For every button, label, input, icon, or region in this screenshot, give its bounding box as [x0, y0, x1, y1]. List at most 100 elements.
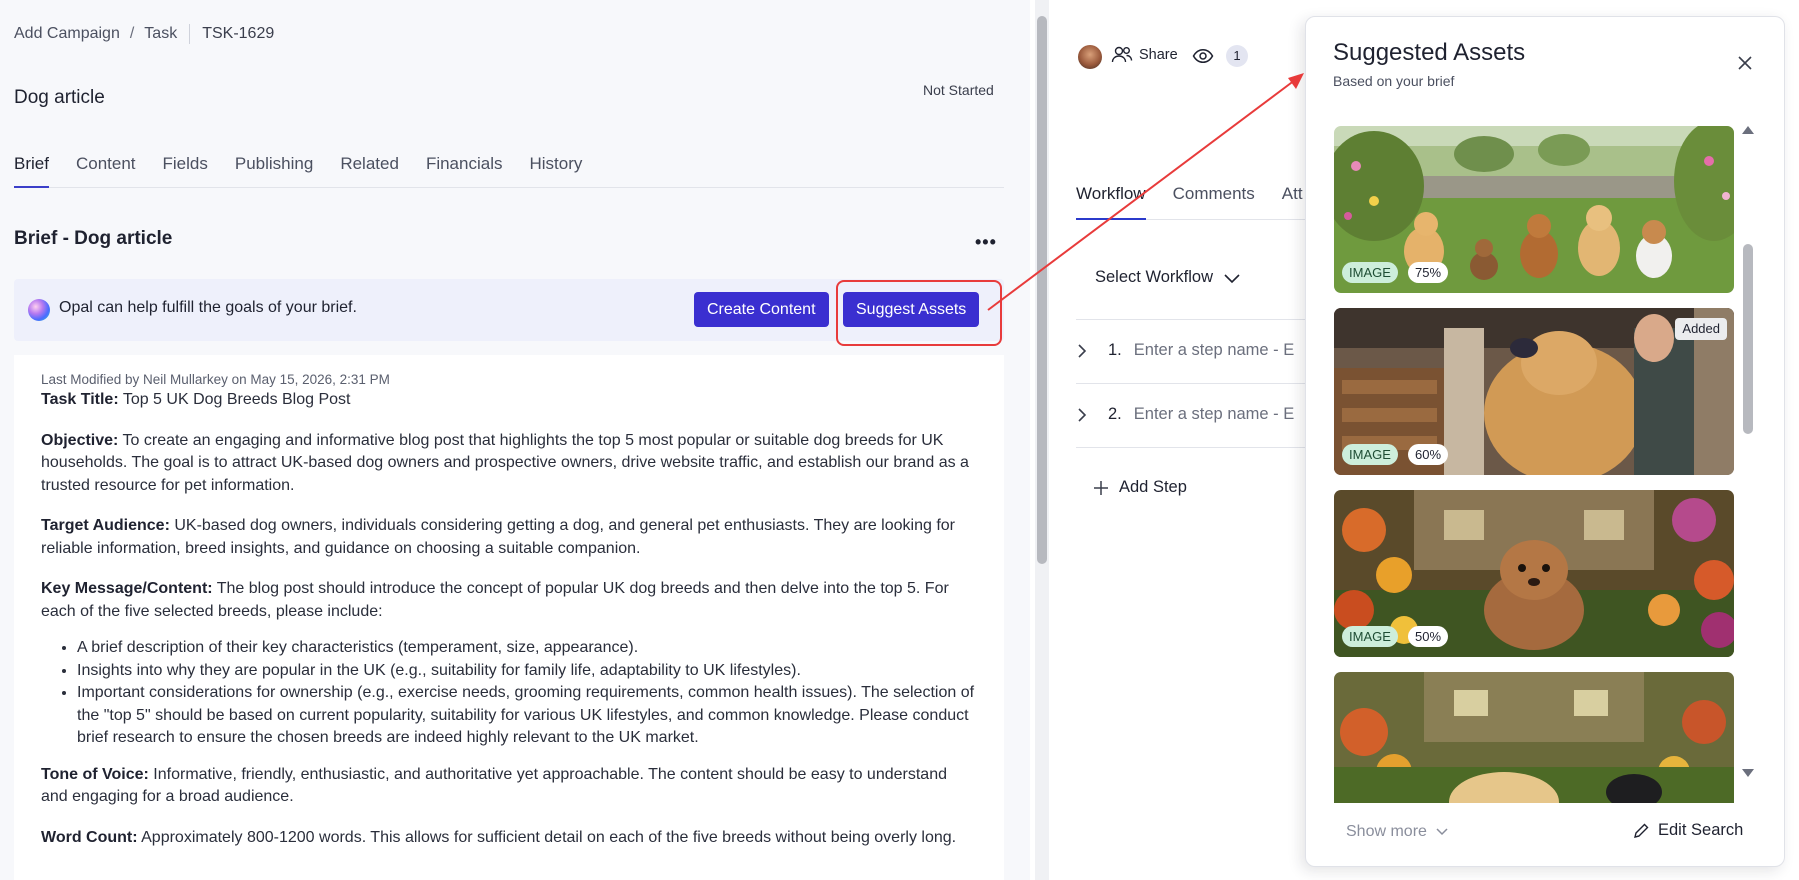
eye-icon[interactable] — [1192, 46, 1214, 66]
asset-thumbnail-image — [1334, 672, 1734, 803]
tab-brief[interactable]: Brief — [14, 150, 49, 188]
opal-assist-bar: Opal can help fulfill the goals of your … — [14, 279, 1004, 346]
tab-history[interactable]: History — [529, 150, 582, 188]
edit-search-label: Edit Search — [1658, 821, 1744, 839]
page-title[interactable]: Dog article — [14, 87, 105, 109]
brief-key-message: Key Message/Content: The blog post shoul… — [41, 578, 977, 623]
show-more-button[interactable]: Show more — [1346, 823, 1449, 841]
asset-card[interactable]: Added IMAGE 60% — [1334, 308, 1734, 475]
objective-label: Objective: — [41, 431, 119, 449]
asset-list: IMAGE 75% Added IMAGE 60% IMAGE 50% — [1334, 126, 1734, 803]
divider — [1076, 447, 1306, 448]
list-item: Insights into why they are popular in th… — [77, 660, 977, 683]
key-message-label: Key Message/Content: — [41, 580, 213, 597]
brief-content: Last Modified by Neil Mullarkey on May 1… — [14, 355, 1004, 880]
asset-type-badge: IMAGE — [1342, 262, 1398, 283]
tab-related[interactable]: Related — [340, 150, 399, 188]
tab-workflow[interactable]: Workflow — [1076, 184, 1146, 220]
select-workflow-dropdown[interactable]: Select Workflow — [1095, 268, 1241, 287]
suggested-assets-panel: Suggested Assets Based on your brief IMA… — [1305, 16, 1785, 867]
ellipsis-icon[interactable]: ••• — [975, 232, 997, 253]
asset-match-badge: 50% — [1408, 626, 1449, 647]
step-name-input[interactable]: Enter a step name - E — [1134, 405, 1295, 424]
divider — [1076, 383, 1306, 384]
opal-assist-text: Opal can help fulfill the goals of your … — [59, 299, 357, 316]
tone-label: Tone of Voice: — [41, 765, 149, 783]
chevron-down-icon — [1224, 273, 1240, 283]
main-scrollbar-thumb[interactable] — [1037, 16, 1047, 564]
brief-audience: Target Audience: UK-based dog owners, in… — [41, 515, 977, 560]
workflow-tabs: Workflow Comments Att — [1076, 184, 1316, 220]
asset-match-badge: 60% — [1408, 444, 1449, 465]
workflow-pane: Share 1 Workflow Comments Att Select Wor… — [1049, 0, 1316, 880]
step-number: 1. — [1108, 341, 1122, 359]
asset-match-badge: 75% — [1408, 262, 1449, 283]
brief-word-count: Word Count: Approximately 800-1200 words… — [41, 827, 977, 850]
annotation-highlight-box — [836, 280, 1002, 346]
task-id: TSK-1629 — [202, 25, 275, 42]
audience-label: Target Audience: — [41, 517, 170, 534]
chevron-right-icon[interactable] — [1076, 343, 1088, 359]
objective-value: To create an engaging and informative bl… — [41, 431, 969, 494]
workflow-step: 2. Enter a step name - E — [1076, 405, 1294, 424]
breadcrumb-add-campaign[interactable]: Add Campaign — [14, 25, 120, 43]
panel-scroll-up-arrow[interactable] — [1742, 126, 1754, 134]
tab-financials[interactable]: Financials — [426, 150, 503, 188]
pencil-icon — [1634, 823, 1649, 838]
last-modified-text: Last Modified by Neil Mullarkey on May 1… — [41, 372, 390, 387]
create-content-button[interactable]: Create Content — [694, 292, 829, 327]
tone-value: Informative, friendly, enthusiastic, and… — [41, 765, 947, 806]
step-number: 2. — [1108, 405, 1122, 423]
asset-type-badge: IMAGE — [1342, 626, 1398, 647]
add-step-label: Add Step — [1119, 478, 1187, 496]
divider — [1076, 319, 1306, 320]
brief-title: Brief - Dog article — [14, 228, 173, 249]
list-item: A brief description of their key charact… — [77, 637, 977, 660]
tab-comments[interactable]: Comments — [1173, 184, 1255, 219]
word-count-value: Approximately 800-1200 words. This allow… — [137, 828, 957, 846]
breadcrumb: Add Campaign / Task TSK-1629 — [14, 24, 274, 44]
tab-publishing[interactable]: Publishing — [235, 150, 313, 188]
brief-objective: Objective: To create an engaging and inf… — [41, 430, 977, 498]
status-badge[interactable]: Not Started — [923, 82, 994, 98]
panel-scroll-down-arrow[interactable] — [1742, 769, 1754, 777]
edit-search-button[interactable]: Edit Search — [1632, 821, 1743, 840]
share-button[interactable]: Share — [1111, 46, 1178, 64]
viewer-count-badge: 1 — [1226, 45, 1248, 67]
share-label: Share — [1139, 47, 1178, 63]
show-more-label: Show more — [1346, 823, 1427, 840]
audience-value: UK-based dog owners, individuals conside… — [41, 517, 955, 557]
brief-bullet-list: A brief description of their key charact… — [77, 637, 977, 750]
breadcrumb-separator: / — [129, 25, 135, 42]
close-icon[interactable] — [1733, 51, 1757, 75]
share-people-icon — [1111, 46, 1133, 63]
brief-tone: Tone of Voice: Informative, friendly, en… — [41, 764, 977, 809]
task-title-value: Top 5 UK Dog Breeds Blog Post — [118, 391, 351, 408]
added-badge: Added — [1675, 318, 1727, 340]
opal-orb-icon — [28, 299, 50, 321]
avatar[interactable] — [1078, 45, 1102, 69]
step-name-input[interactable]: Enter a step name - E — [1134, 341, 1295, 360]
asset-type-badge: IMAGE — [1342, 444, 1398, 465]
tab-content[interactable]: Content — [76, 150, 136, 188]
task-detail-pane: Add Campaign / Task TSK-1629 Dog article… — [0, 0, 1030, 880]
panel-scrollbar-thumb[interactable] — [1743, 244, 1753, 434]
workflow-step: 1. Enter a step name - E — [1076, 341, 1294, 360]
task-tabs: Brief Content Fields Publishing Related … — [14, 150, 1004, 188]
breadcrumb-divider — [189, 24, 191, 44]
chevron-right-icon[interactable] — [1076, 407, 1088, 423]
select-workflow-label: Select Workflow — [1095, 268, 1213, 286]
tab-attachments[interactable]: Att — [1282, 184, 1303, 219]
asset-card[interactable]: IMAGE 50% — [1334, 490, 1734, 657]
add-step-button[interactable]: Add Step — [1093, 478, 1187, 497]
tab-fields[interactable]: Fields — [163, 150, 208, 188]
list-item: Important considerations for ownership (… — [77, 682, 977, 750]
breadcrumb-task[interactable]: Task — [144, 25, 177, 43]
task-title-label: Task Title: — [41, 391, 119, 408]
chevron-down-icon — [1436, 828, 1448, 836]
word-count-label: Word Count: — [41, 828, 138, 846]
asset-card[interactable]: IMAGE 75% — [1334, 126, 1734, 293]
panel-subtitle: Based on your brief — [1333, 73, 1455, 89]
plus-icon — [1094, 480, 1108, 495]
asset-card[interactable] — [1334, 672, 1734, 803]
